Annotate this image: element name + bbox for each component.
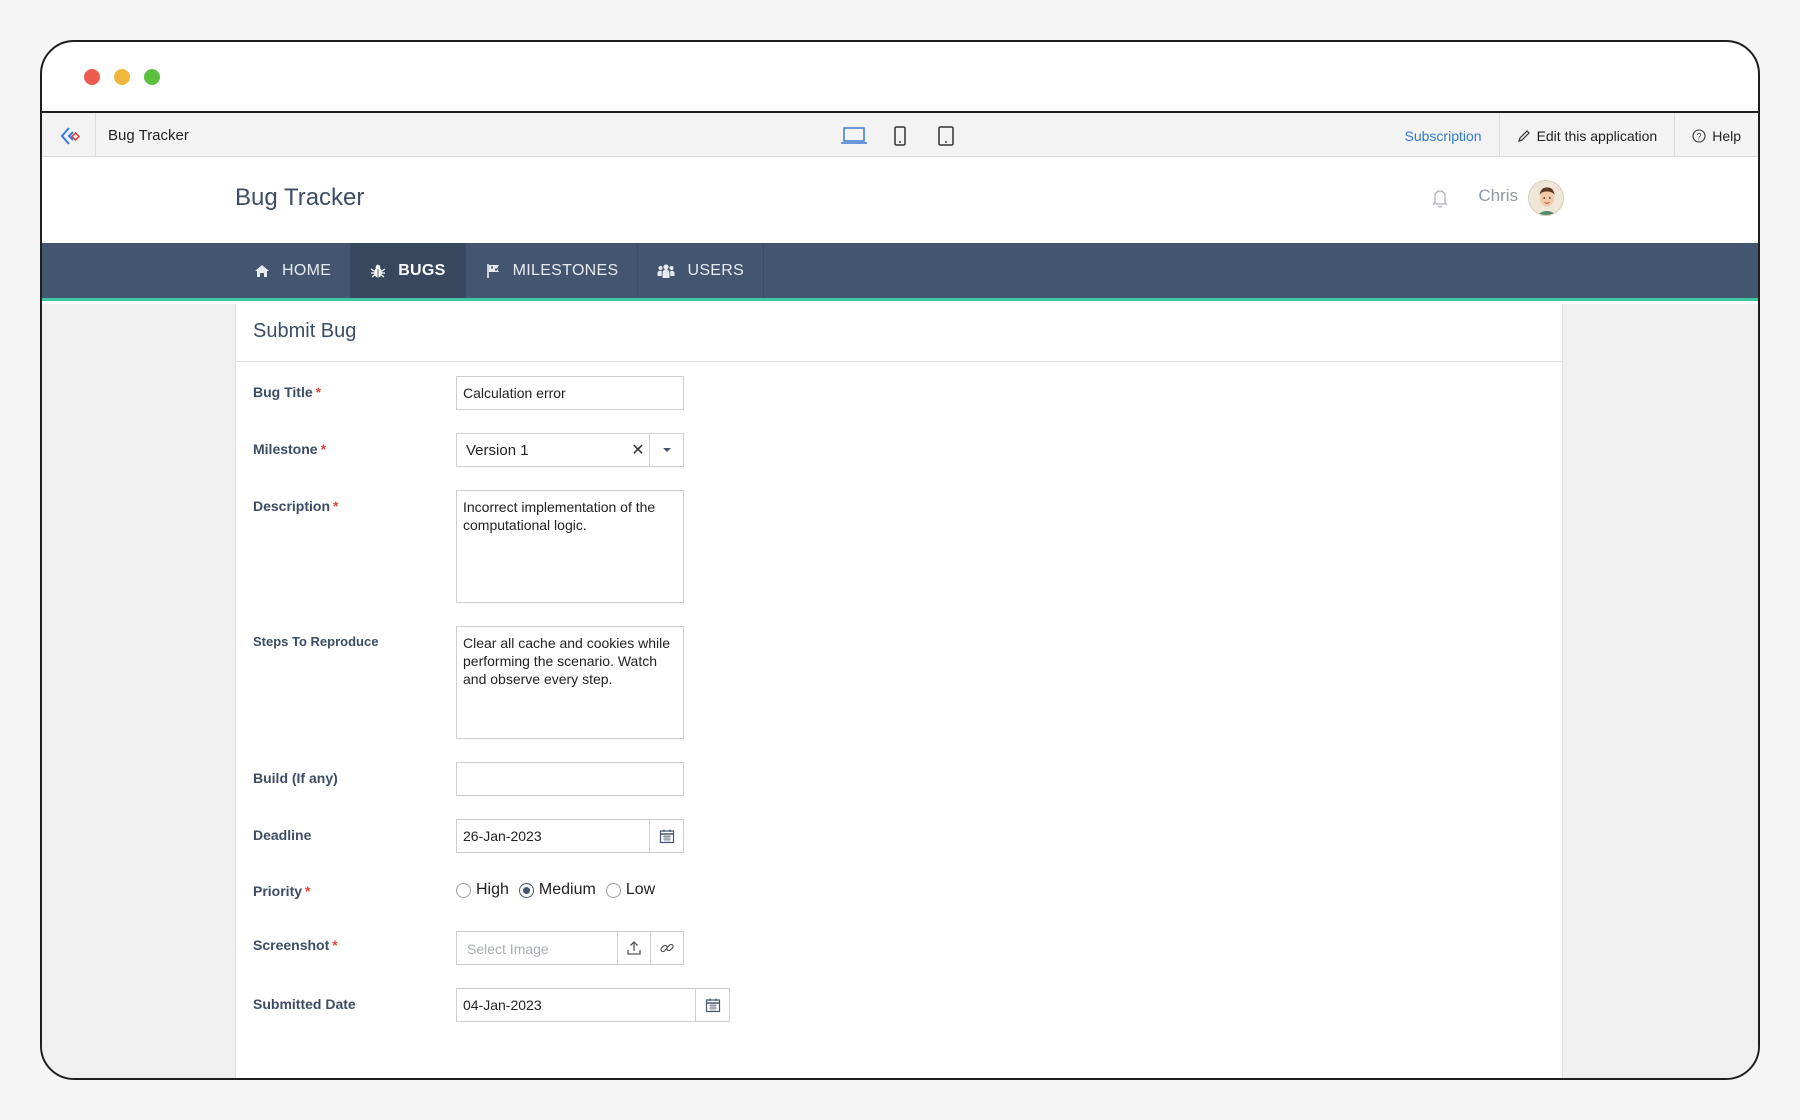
steps-textarea[interactable]: Clear all cache and cookies while perfor… (456, 626, 684, 739)
nav-item-home[interactable]: HOME (235, 243, 352, 298)
radio-label: High (476, 881, 509, 898)
subscription-link[interactable]: Subscription (1388, 113, 1499, 158)
description-textarea[interactable]: Incorrect implementation of the computat… (456, 490, 684, 603)
laptop-icon (841, 127, 867, 144)
priority-label: Priority * (253, 883, 310, 899)
maximize-window-button[interactable] (144, 69, 160, 85)
milestone-dropdown-button[interactable] (649, 434, 683, 466)
upload-image-button[interactable] (617, 932, 650, 964)
priority-medium-radio[interactable]: Medium (518, 881, 596, 899)
bug-title-input[interactable]: Calculation error (456, 376, 684, 410)
help-circle-icon: ? (1692, 128, 1706, 143)
radio-circle[interactable] (456, 882, 471, 898)
users-icon (657, 263, 675, 278)
page-title: Bug Tracker (235, 184, 365, 211)
calendar-icon (659, 829, 674, 844)
app-header: Bug Tracker Chris (42, 157, 1758, 243)
required-marker: * (305, 883, 311, 899)
submitted-date-calendar-button[interactable] (695, 989, 729, 1021)
desktop-view-button[interactable] (838, 121, 870, 159)
build-input[interactable] (456, 762, 684, 796)
required-marker: * (333, 498, 339, 514)
app-toolbar: Bug Tracker Subscription Edit this appli… (42, 111, 1758, 159)
tablet-view-button[interactable] (930, 121, 962, 151)
calendar-icon (705, 998, 720, 1013)
help-label: Help (1712, 127, 1741, 144)
radio-label: Medium (538, 881, 596, 898)
close-window-button[interactable] (84, 69, 100, 85)
description-label-text: Description (253, 498, 331, 514)
milestone-label-text: Milestone (253, 441, 318, 457)
screenshot-placeholder: Select Image (467, 941, 549, 957)
phone-icon (894, 126, 906, 146)
upload-icon (627, 941, 641, 955)
avatar[interactable] (1528, 180, 1564, 216)
app-logo[interactable] (42, 113, 96, 158)
milestone-label: Milestone * (253, 441, 326, 457)
bug-icon (370, 264, 386, 278)
minimize-window-button[interactable] (114, 69, 130, 85)
nav-item-label: HOME (282, 261, 332, 279)
deadline-value: 26-Jan-2023 (463, 828, 542, 844)
priority-radio-group: High Medium Low (456, 881, 655, 899)
submitted-date-field[interactable]: 04-Jan-2023 (456, 988, 730, 1022)
build-label: Build (If any) (253, 770, 338, 786)
chevron-down-icon (662, 448, 671, 452)
nav-item-bugs[interactable]: BUGS (351, 243, 466, 298)
device-preview-switch (838, 121, 962, 159)
radio-circle[interactable] (605, 882, 621, 898)
toolbar-app-name: Bug Tracker (108, 127, 189, 144)
flag-icon (486, 263, 499, 278)
nav-item-milestones[interactable]: MILESTONES (466, 243, 639, 298)
deadline-date-field[interactable]: 26-Jan-2023 (456, 819, 684, 853)
user-avatar-icon (1529, 181, 1563, 215)
app-window: Bug Tracker Subscription Edit this appli… (40, 40, 1760, 1080)
radio-label: Low (625, 881, 656, 898)
required-marker: * (315, 384, 322, 400)
steps-label: Steps To Reproduce (253, 634, 379, 649)
creator-logo-icon (60, 126, 80, 145)
screenshot-label: Screenshot * (253, 937, 338, 953)
priority-label-text: Priority (253, 883, 303, 899)
svg-text:?: ? (1697, 131, 1702, 141)
user-name[interactable]: Chris (1478, 186, 1518, 206)
pencil-icon (1517, 129, 1530, 142)
nav-item-label: USERS (687, 261, 745, 279)
nav-item-label: MILESTONES (512, 261, 619, 279)
bug-title-label-text: Bug Title (253, 384, 313, 400)
description-label: Description * (253, 498, 338, 514)
toolbar-actions: Subscription Edit this application ? Hel… (1388, 113, 1758, 158)
help-button[interactable]: ? Help (1674, 113, 1758, 158)
required-marker: * (332, 937, 338, 953)
bug-title-label: Bug Title * (253, 384, 321, 400)
image-link-button[interactable] (650, 932, 683, 964)
screenshot-image-field[interactable]: Select Image (456, 931, 684, 965)
nav-item-label: BUGS (398, 261, 446, 279)
bell-icon (1432, 190, 1448, 208)
nav-item-users[interactable]: USERS (638, 243, 765, 298)
submitted-date-value: 04-Jan-2023 (463, 997, 542, 1013)
milestone-selected-value: Version 1 (466, 441, 529, 459)
tablet-icon (938, 126, 954, 146)
edit-application-label: Edit this application (1536, 127, 1658, 144)
priority-low-radio[interactable]: Low (605, 881, 656, 899)
radio-circle-selected[interactable] (518, 882, 534, 898)
edit-application-button[interactable]: Edit this application (1498, 113, 1675, 158)
notifications-button[interactable] (1432, 188, 1448, 213)
submitted-date-label: Submitted Date (253, 996, 356, 1012)
screenshot-label-text: Screenshot (253, 937, 330, 953)
form-title: Submit Bug (236, 304, 1562, 362)
link-icon (660, 943, 674, 953)
priority-high-radio[interactable]: High (456, 881, 509, 899)
home-icon (255, 264, 269, 277)
milestone-select[interactable]: Version 1 ✕ (456, 433, 684, 467)
required-marker: * (320, 441, 327, 457)
clear-milestone-icon[interactable]: ✕ (627, 440, 649, 460)
submit-bug-form: Submit Bug Bug Title * Calculation error … (235, 304, 1563, 1078)
mobile-view-button[interactable] (884, 121, 916, 151)
deadline-calendar-button[interactable] (649, 820, 683, 852)
deadline-label: Deadline (253, 827, 312, 843)
main-navbar: HOME BUGS MILESTONES USERS (42, 243, 1758, 301)
window-controls (84, 69, 160, 85)
